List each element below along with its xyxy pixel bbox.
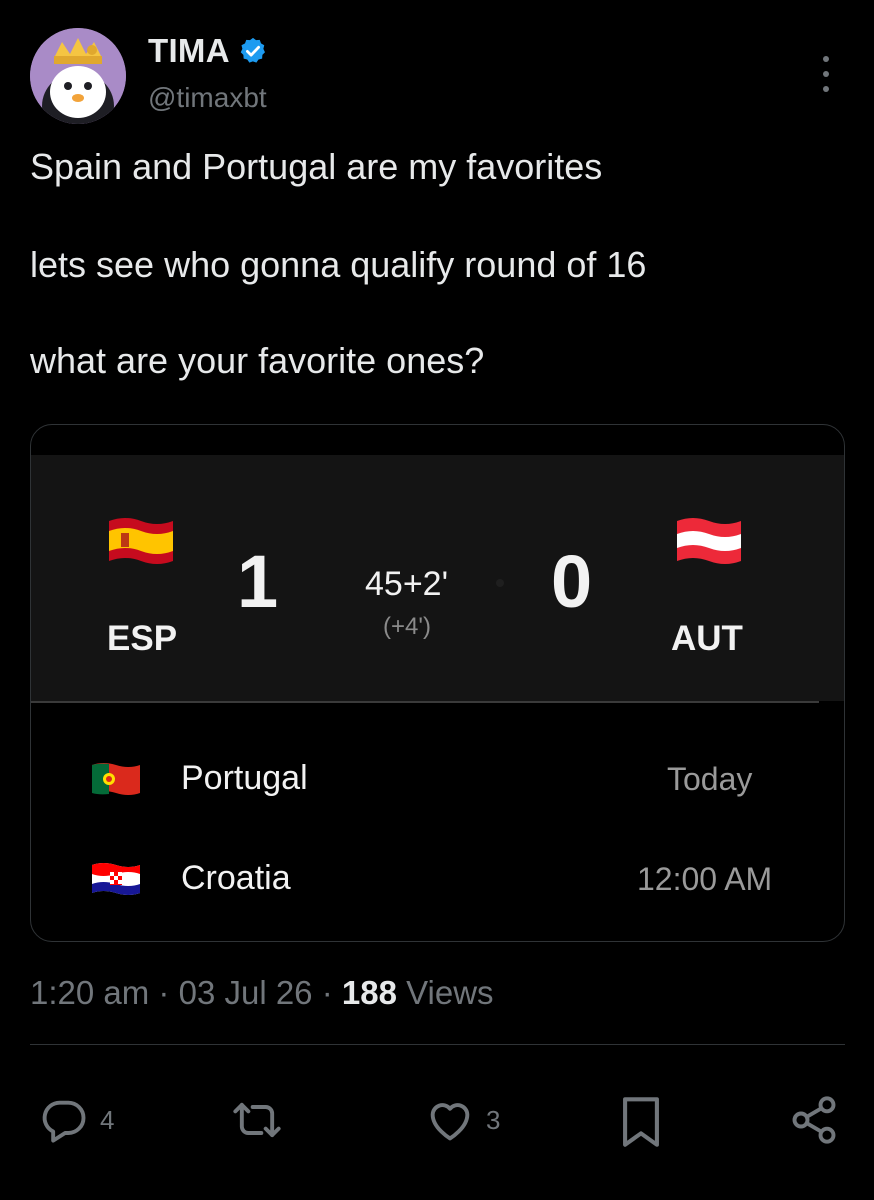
author-name-row[interactable]: TIMA <box>148 32 268 70</box>
home-team-code: ESP <box>107 619 178 658</box>
spain-flag-icon <box>109 518 173 564</box>
tweet-text-line-1: Spain and Portugal are my favorites <box>30 146 603 187</box>
fixture-time: 12:00 AM <box>637 861 773 897</box>
croatia-flag-icon <box>92 863 140 895</box>
like-count: 3 <box>486 1104 501 1135</box>
austria-flag-icon <box>677 518 741 564</box>
fixture-date: Today <box>667 761 753 797</box>
reply-icon <box>42 1100 86 1143</box>
verified-badge-icon <box>240 37 265 63</box>
away-score: 0 <box>551 540 593 623</box>
reply-count: 4 <box>100 1104 115 1135</box>
live-indicator <box>496 579 504 587</box>
share-button[interactable] <box>788 1094 840 1146</box>
views-label: Views <box>406 974 494 1011</box>
tweet-text-line-3: what are your favorite ones? <box>30 340 485 381</box>
added-time: (+4') <box>383 613 431 640</box>
tweet-meta: 1:20 am · 03 Jul 26 · 188 Views <box>30 974 494 1012</box>
bookmark-icon <box>623 1097 659 1147</box>
card-divider <box>31 701 819 703</box>
match-clock: 45+2' <box>365 565 449 603</box>
views-count: 188 <box>341 974 397 1011</box>
repost-icon <box>233 1102 281 1138</box>
heart-icon <box>430 1103 470 1141</box>
footer-divider <box>30 1044 845 1045</box>
share-icon <box>792 1096 836 1144</box>
handle[interactable]: @timaxbt <box>148 82 267 114</box>
like-button[interactable]: 3 <box>424 1094 500 1146</box>
away-team-code: AUT <box>671 619 743 658</box>
tweet-date[interactable]: 03 Jul 26 <box>179 974 313 1011</box>
bookmark-button[interactable] <box>616 1094 666 1150</box>
reply-button[interactable]: 4 <box>38 1094 114 1146</box>
avatar[interactable] <box>30 28 126 124</box>
meta-separator: · <box>158 974 170 1011</box>
portugal-flag-icon <box>92 763 140 795</box>
tweet-text-line-2: lets see who gonna qualify round of 16 <box>30 244 647 285</box>
fixture-away-team: Croatia <box>181 859 291 897</box>
display-name[interactable]: TIMA <box>148 32 230 70</box>
home-score: 1 <box>237 540 279 623</box>
live-score-panel: ESP 1 45+2' (+4') 0 AUT <box>31 455 844 701</box>
more-options-icon[interactable] <box>812 56 840 92</box>
repost-button[interactable] <box>228 1094 286 1146</box>
fixture-home-team: Portugal <box>181 759 308 797</box>
match-card[interactable]: ESP 1 45+2' (+4') 0 AUT Portugal Today C… <box>30 424 845 942</box>
meta-separator: · <box>321 974 333 1011</box>
penguin-avatar-icon <box>30 28 126 124</box>
tweet-time[interactable]: 1:20 am <box>30 974 149 1011</box>
